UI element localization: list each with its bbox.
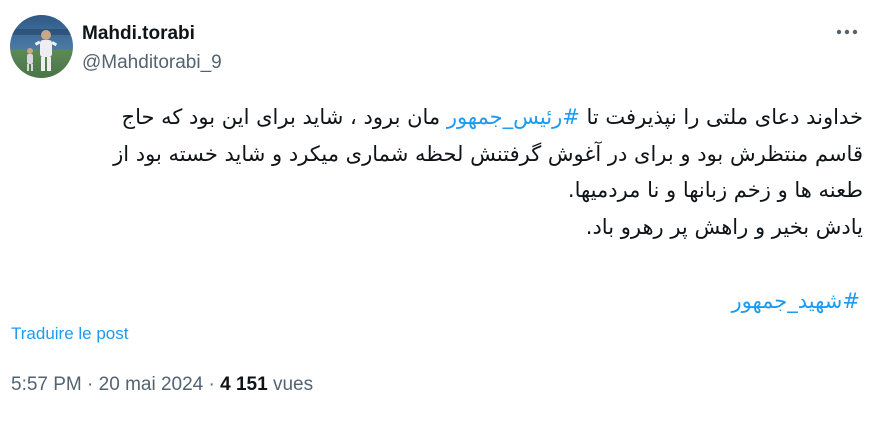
tweet-card: Mahdi.torabi @Mahditorabi_9 خداوند دعای … [0,0,881,423]
tweet-text-segment: مان برود ، شاید برای این بود که حاج [121,105,447,129]
avatar[interactable] [10,15,73,78]
tweet-text-line-1: خداوند دعای ملتی را نپذیرفت تا #رئیس_جمه… [10,99,863,136]
tweet-text-line-3: طعنه ها و زخم زبانها و نا مردمیها. [567,178,863,202]
tweet-date[interactable]: 20 mai 2024 [99,374,204,395]
avatar-photo [10,15,73,78]
views-count: 4 151 [220,374,268,395]
hashtag-link[interactable]: #شهید_جمهور [731,289,860,313]
footer-hashtag-row: #شهید_جمهور [10,285,860,317]
tweet-text-line-2: قاسم منتظرش بود و برای در آغوش گرفتنش لح… [113,141,863,166]
meta-separator: · [87,374,94,395]
tweet-meta: 5:57 PM · 20 mai 2024 · 4 151 vues [11,373,313,397]
author-display-name[interactable]: Mahdi.torabi [82,22,195,46]
meta-separator: · [208,374,215,395]
tweet-text-line-4: یادش بخیر و راهش پر رهرو باد. [585,214,863,239]
more-horizontal-icon [836,29,858,35]
author-handle[interactable]: @Mahditorabi_9 [82,51,222,75]
hashtag-link[interactable]: #رئیس_جمهور [447,105,580,129]
tweet-time[interactable]: 5:57 PM [11,374,82,395]
tweet-text: خداوند دعای ملتی را نپذیرفت تا #رئیس_جمه… [10,99,863,245]
more-options-button[interactable] [830,18,864,46]
tweet-text-segment: خداوند دعای ملتی را نپذیرفت تا [579,105,864,129]
views-label: vues [272,374,314,395]
translate-post-link[interactable]: Traduire le post [11,323,128,345]
